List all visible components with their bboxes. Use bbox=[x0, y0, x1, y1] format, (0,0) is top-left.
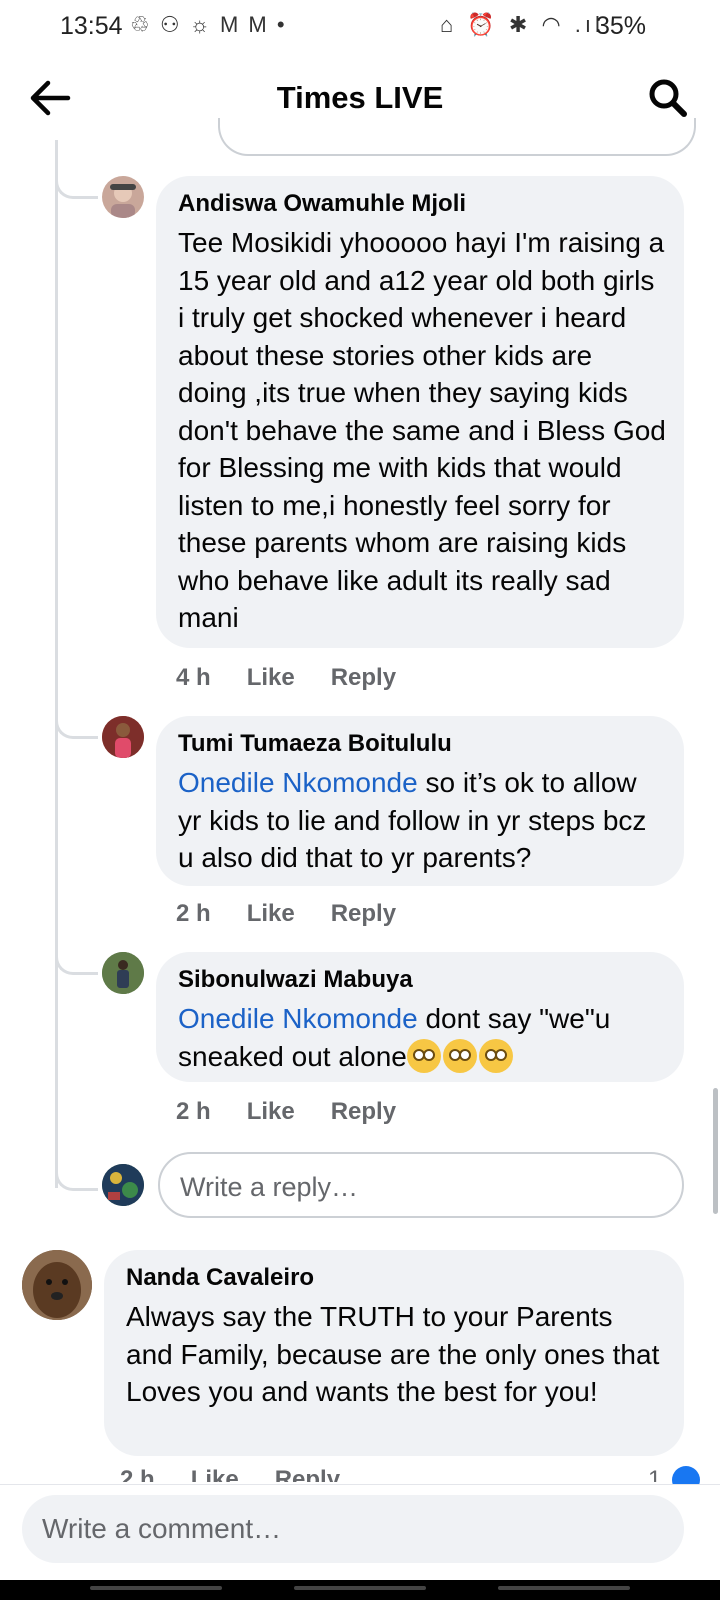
nav-home[interactable] bbox=[294, 1586, 426, 1590]
comment-time: 4 h bbox=[176, 664, 211, 691]
avatar-photo bbox=[110, 184, 136, 218]
avatar[interactable] bbox=[22, 1250, 92, 1320]
comment-time: 2 h bbox=[120, 1466, 155, 1482]
nav-back[interactable] bbox=[498, 1586, 630, 1590]
system-nav-bar bbox=[0, 1580, 720, 1600]
comment-author[interactable]: Nanda Cavaleiro bbox=[126, 1264, 314, 1292]
notification-icons: ♲ ⚇ ☼ M M • bbox=[130, 12, 287, 37]
thread-connector bbox=[55, 950, 98, 975]
reply-button[interactable]: Reply bbox=[275, 1466, 340, 1482]
avatar-photo bbox=[22, 1250, 92, 1320]
system-icons: ⌂ ⏰ ✱ ◠ .ıl bbox=[440, 12, 604, 37]
reply-input[interactable]: Write a reply… bbox=[158, 1152, 684, 1218]
avatar[interactable] bbox=[102, 176, 144, 218]
avatar[interactable] bbox=[102, 716, 144, 758]
comment-text: Onedile Nkomonde dont say "we"u sneaked … bbox=[178, 1000, 666, 1075]
reply-placeholder: Write a reply… bbox=[180, 1172, 359, 1202]
comment-bubble: Sibonulwazi Mabuya Onedile Nkomonde dont… bbox=[156, 952, 684, 1082]
scrollbar[interactable] bbox=[713, 1088, 718, 1214]
comment-bubble: Nanda Cavaleiro Always say the TRUTH to … bbox=[104, 1250, 684, 1456]
thread-connector bbox=[55, 1166, 98, 1191]
comment-input[interactable]: Write a comment… bbox=[22, 1495, 684, 1563]
comment-time: 2 h bbox=[176, 1098, 211, 1125]
status-bar: 13:54 ♲ ⚇ ☼ M M • ⌂ ⏰ ✱ ◠ .ıl 35% bbox=[0, 0, 720, 56]
comment-bar: Write a comment… bbox=[0, 1484, 720, 1581]
comment-text: Always say the TRUTH to your Parents and… bbox=[126, 1301, 660, 1407]
comment-author[interactable]: Sibonulwazi Mabuya bbox=[178, 966, 413, 994]
reply-button[interactable]: Reply bbox=[331, 664, 396, 691]
face-with-rolling-eyes-icon bbox=[406, 1038, 441, 1073]
comment-actions: 2 h Like Reply bbox=[176, 900, 432, 928]
like-button[interactable]: Like bbox=[247, 1098, 295, 1125]
previous-comment-bubble-edge bbox=[218, 118, 696, 156]
reaction-count: 1 bbox=[648, 1466, 662, 1482]
thread-connector bbox=[55, 714, 98, 739]
comment-author[interactable]: Andiswa Owamuhle Mjoli bbox=[178, 190, 466, 218]
battery-level: 35% bbox=[596, 12, 647, 40]
thread-line bbox=[55, 140, 58, 1188]
avatar-photo bbox=[102, 716, 144, 758]
like-button[interactable]: Like bbox=[247, 664, 295, 691]
comment-author[interactable]: Tumi Tumaeza Boitululu bbox=[178, 730, 452, 758]
like-button[interactable]: Like bbox=[247, 900, 295, 927]
face-with-rolling-eyes-icon bbox=[478, 1038, 513, 1073]
mention-link[interactable]: Onedile Nkomonde bbox=[178, 1003, 418, 1034]
nav-recents[interactable] bbox=[90, 1586, 222, 1590]
comment-actions: 2 h Like Reply bbox=[120, 1466, 340, 1482]
my-avatar bbox=[102, 1164, 144, 1206]
comment-text: Tee Mosikidi yhooooo hayi I'm raising a … bbox=[178, 227, 666, 633]
comment-placeholder: Write a comment… bbox=[42, 1513, 282, 1544]
reply-button[interactable]: Reply bbox=[331, 1098, 396, 1125]
avatar-photo bbox=[102, 1164, 144, 1206]
comment-text: Onedile Nkomonde so it’s ok to allow yr … bbox=[178, 764, 666, 877]
avatar[interactable] bbox=[102, 952, 144, 994]
comment-time: 2 h bbox=[176, 900, 211, 927]
comment-bubble: Andiswa Owamuhle Mjoli Tee Mosikidi yhoo… bbox=[156, 176, 684, 648]
comment-bubble: Tumi Tumaeza Boitululu Onedile Nkomonde … bbox=[156, 716, 684, 886]
mention-link[interactable]: Onedile Nkomonde bbox=[178, 767, 418, 798]
comment-actions: 4 h Like Reply bbox=[176, 664, 432, 692]
comment-actions: 2 h Like Reply bbox=[176, 1098, 432, 1126]
search-icon[interactable] bbox=[648, 78, 688, 118]
reply-button[interactable]: Reply bbox=[331, 900, 396, 927]
avatar-photo bbox=[102, 952, 144, 994]
face-with-rolling-eyes-icon bbox=[442, 1038, 477, 1073]
page-title: Times LIVE bbox=[276, 80, 444, 115]
status-time: 13:54 bbox=[60, 12, 123, 40]
thread-connector bbox=[55, 174, 98, 199]
like-button[interactable]: Like bbox=[191, 1466, 239, 1482]
